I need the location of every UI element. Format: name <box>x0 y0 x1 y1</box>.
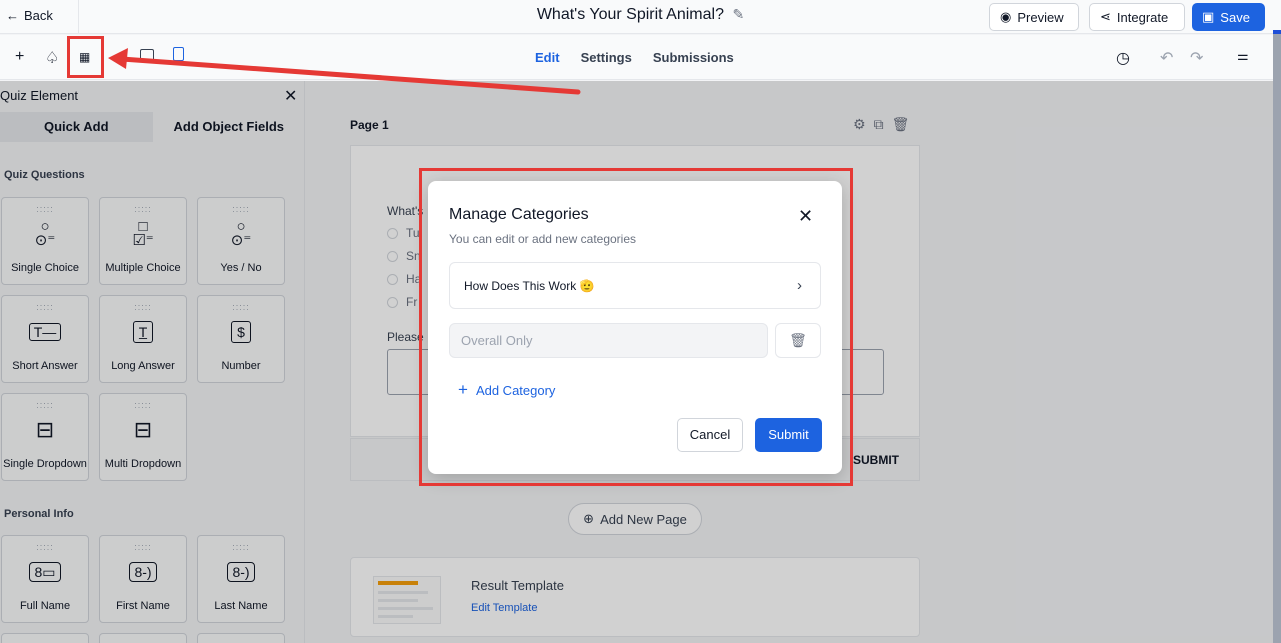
floppy-icon: ▣ <box>1202 9 1215 24</box>
annotation-box-grid <box>67 36 104 78</box>
editor-toolbar: + ♤ ▦ Edit Settings Submissions ◷ ↶ ↷ ⚌ <box>0 35 1273 80</box>
mobile-icon[interactable] <box>173 47 184 61</box>
eye-icon: ◉ <box>1000 9 1012 24</box>
save-button[interactable]: ▣ Save <box>1192 3 1265 31</box>
quiz-title: What's Your Spirit Animal? <box>536 6 724 23</box>
save-label: Save <box>1220 9 1250 25</box>
preview-button[interactable]: ◉ Preview <box>989 3 1079 31</box>
share-icon: ⋖ <box>1100 9 1111 24</box>
tab-edit[interactable]: Edit <box>535 50 560 65</box>
sliders-icon[interactable]: ⚌ <box>1237 48 1249 64</box>
redo-icon[interactable]: ↷ <box>1190 48 1203 68</box>
desktop-icon[interactable] <box>140 49 154 61</box>
preview-label: Preview <box>1017 9 1064 25</box>
plus-icon[interactable]: + <box>15 48 24 66</box>
annotation-box-modal <box>419 168 853 486</box>
top-bar: ← Back What's Your Spirit Animal? ✎ ◉ Pr… <box>0 0 1281 34</box>
integrate-label: Integrate <box>1116 9 1169 25</box>
history-icon[interactable]: ◷ <box>1116 48 1130 68</box>
tab-submissions[interactable]: Submissions <box>653 50 734 65</box>
bell-icon[interactable]: ♤ <box>45 48 59 68</box>
editor-tabs: Edit Settings Submissions <box>535 50 734 65</box>
pencil-icon[interactable]: ✎ <box>732 6 744 22</box>
undo-icon[interactable]: ↶ <box>1160 48 1173 68</box>
scrollbar[interactable] <box>1273 34 1281 643</box>
tab-settings[interactable]: Settings <box>581 50 632 65</box>
integrate-button[interactable]: ⋖ Integrate <box>1089 3 1185 31</box>
